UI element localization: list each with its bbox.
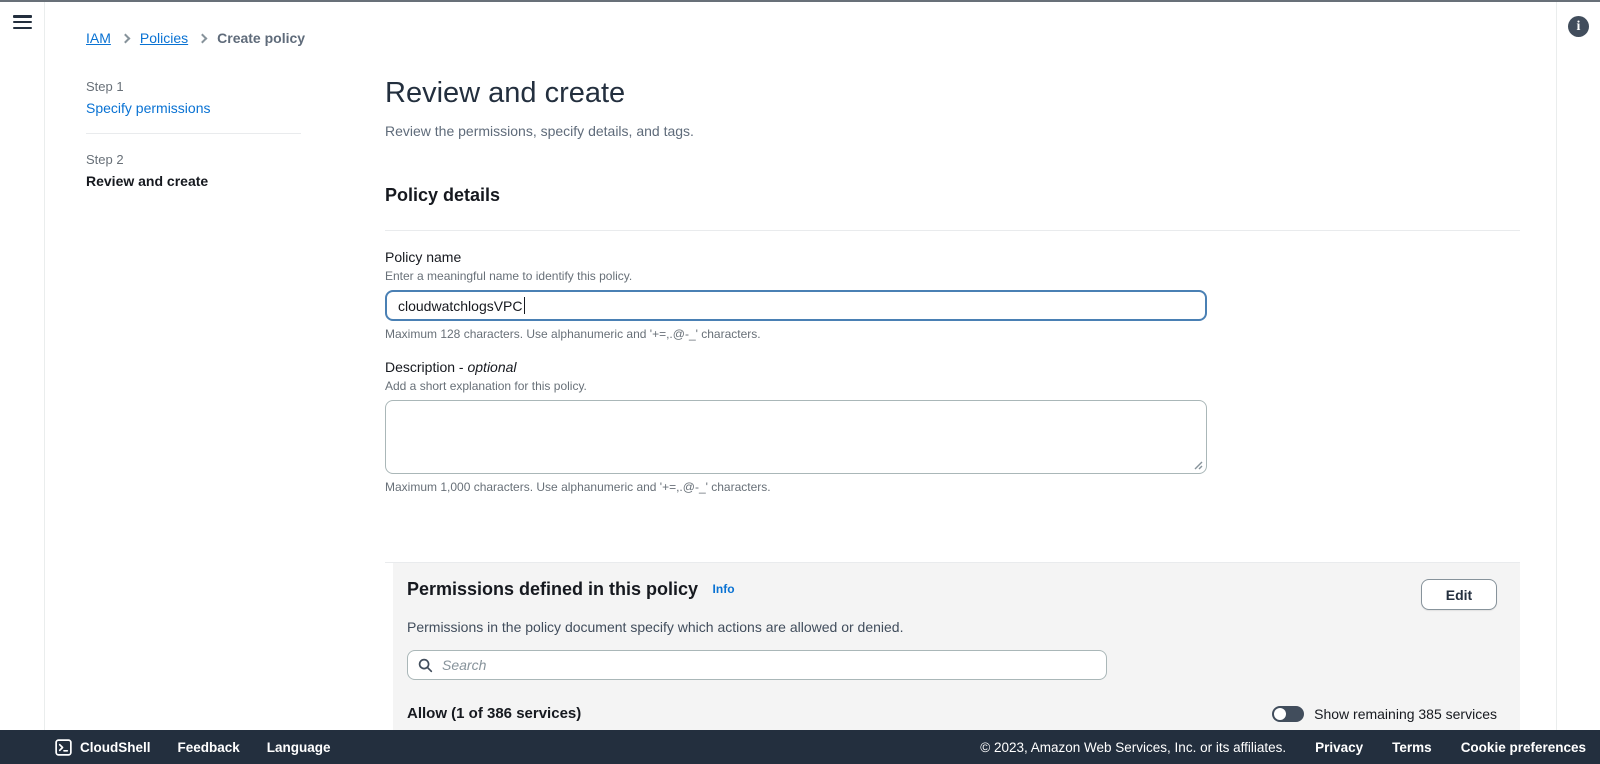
policy-name-input[interactable]: cloudwatchlogsVPC	[385, 290, 1207, 321]
resize-handle-icon[interactable]	[1193, 460, 1203, 470]
edit-button[interactable]: Edit	[1421, 579, 1497, 610]
search-placeholder: Search	[442, 657, 486, 673]
page-subtitle: Review the permissions, specify details,…	[385, 123, 1520, 139]
privacy-link[interactable]: Privacy	[1315, 740, 1363, 755]
breadcrumb-policies[interactable]: Policies	[140, 30, 188, 46]
feedback-button[interactable]: Feedback	[178, 740, 240, 755]
page-title: Review and create	[385, 77, 1520, 110]
breadcrumb-iam[interactable]: IAM	[86, 30, 111, 46]
toggle-label: Show remaining 385 services	[1314, 706, 1497, 722]
terms-link[interactable]: Terms	[1392, 740, 1432, 755]
console-footer: CloudShell Feedback Language © 2023, Ama…	[0, 730, 1600, 764]
allow-summary: Allow (1 of 386 services)	[407, 705, 581, 722]
step-2-current-review-and-create: Review and create	[86, 173, 301, 189]
description-help: Add a short explanation for this policy.	[385, 379, 1520, 393]
window-top-edge	[0, 0, 1600, 2]
hamburger-menu-icon[interactable]	[13, 15, 32, 31]
policy-name-value: cloudwatchlogsVPC	[398, 298, 523, 314]
step-1-label: Step 1	[86, 79, 301, 94]
policy-details-heading: Policy details	[385, 185, 1520, 206]
info-link[interactable]: Info	[713, 582, 735, 596]
policy-name-label: Policy name	[385, 249, 1520, 265]
text-caret	[524, 297, 525, 314]
terminal-icon	[55, 739, 72, 756]
search-icon	[418, 658, 433, 673]
allow-summary-row: Allow (1 of 386 services) Show remaining…	[407, 705, 1497, 722]
permissions-heading: Permissions defined in this policy	[407, 579, 698, 599]
step-1-link-specify-permissions[interactable]: Specify permissions	[86, 100, 301, 116]
step-divider	[86, 133, 301, 134]
help-panel-rail: i	[1556, 2, 1600, 730]
section-divider	[385, 230, 1520, 231]
chevron-right-icon	[120, 34, 130, 44]
toggle-off-icon	[1272, 706, 1304, 722]
description-label: Description - optional	[385, 359, 1520, 375]
wizard-steps-nav: Step 1 Specify permissions Step 2 Review…	[86, 79, 301, 189]
cloudshell-label: CloudShell	[80, 740, 151, 755]
main-content: Review and create Review the permissions…	[385, 70, 1520, 494]
permissions-panel: Permissions defined in this policy Info …	[393, 563, 1520, 730]
search-input[interactable]: Search	[407, 650, 1107, 680]
policy-name-constraint: Maximum 128 characters. Use alphanumeric…	[385, 327, 1520, 341]
cookie-preferences-link[interactable]: Cookie preferences	[1461, 740, 1586, 755]
language-button[interactable]: Language	[267, 740, 331, 755]
permissions-header: Permissions defined in this policy Info …	[407, 579, 1497, 610]
left-nav-rail	[0, 2, 45, 730]
description-optional-suffix: optional	[467, 359, 516, 375]
show-remaining-services-toggle[interactable]: Show remaining 385 services	[1272, 706, 1497, 722]
description-constraint: Maximum 1,000 characters. Use alphanumer…	[385, 480, 1520, 494]
breadcrumb: IAM Policies Create policy	[86, 30, 305, 46]
info-icon[interactable]: i	[1568, 16, 1589, 37]
description-textarea[interactable]	[385, 400, 1207, 474]
chevron-right-icon	[198, 34, 208, 44]
permissions-description: Permissions in the policy document speci…	[407, 619, 1497, 635]
step-2-label: Step 2	[86, 152, 301, 167]
copyright-text: © 2023, Amazon Web Services, Inc. or its…	[980, 740, 1286, 755]
cloudshell-button[interactable]: CloudShell	[55, 739, 151, 756]
breadcrumb-current-page: Create policy	[217, 30, 305, 46]
policy-name-help: Enter a meaningful name to identify this…	[385, 269, 1520, 283]
